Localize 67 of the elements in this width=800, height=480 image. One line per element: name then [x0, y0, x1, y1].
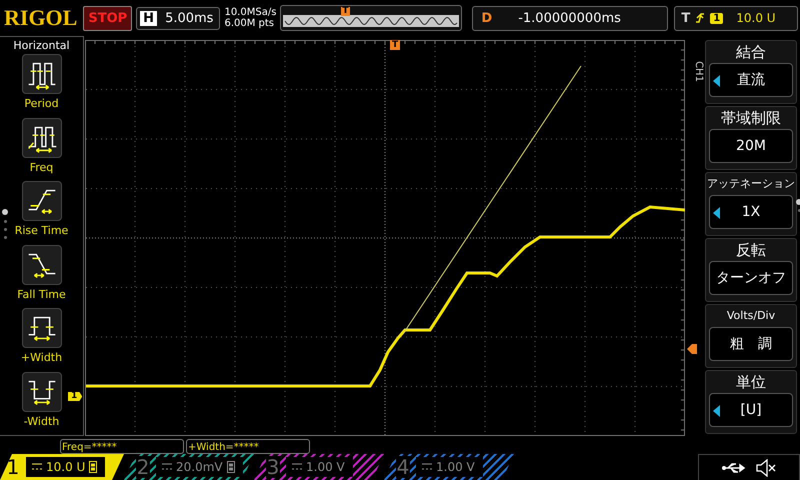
channel-number: 1 [6, 456, 20, 478]
brand-logo: RIGOL [3, 5, 78, 31]
timebase-label: H [140, 10, 158, 26]
trigger-label: T [681, 10, 690, 26]
channel-number: 3 [266, 456, 280, 478]
channel-scale: 1.00 V [436, 460, 475, 474]
menu-value-button[interactable]: ターンオフ [709, 261, 793, 295]
measure-button[interactable] [22, 118, 62, 158]
trigger-panel[interactable]: T 1 10.0 U [674, 6, 798, 30]
rising-edge-icon [695, 11, 706, 25]
menu-item-title: 反転 [736, 240, 766, 261]
measurement-readout: Freq=***** [60, 439, 184, 454]
measure-label: Fall Time [17, 288, 66, 300]
left-arrow-icon [713, 75, 720, 87]
dc-coupling-icon [32, 463, 42, 471]
channel-tab[interactable]: 2 20.0mV [124, 454, 254, 480]
left-arrow-icon [713, 405, 720, 417]
trigger-marker: T [390, 40, 400, 50]
channel-tab[interactable]: 4 1.00 V [384, 454, 514, 480]
menu-value-button[interactable]: 粗 調 [709, 327, 793, 361]
measure-label: +Width [20, 351, 62, 364]
menu-title: Horizontal [13, 38, 70, 54]
menu-item-title: 単位 [736, 372, 766, 393]
measure-label: -Width [24, 414, 60, 428]
menu-value-button[interactable]: 20M [709, 129, 793, 163]
measure-label: Freq [30, 160, 54, 174]
channel-number: 2 [136, 456, 150, 478]
channel-label: CH1 [692, 61, 704, 82]
left-arrow-icon [713, 207, 720, 219]
menu-item-title: Volts/Div [726, 308, 776, 324]
channel-scale: 20.0mV [176, 460, 223, 474]
menu-item-title: 帯域制限 [721, 108, 781, 129]
memory-depth: 6.00M pts [224, 18, 276, 29]
channel-number: 4 [396, 456, 410, 478]
channel-tab[interactable]: 3 1.00 V [254, 454, 384, 480]
delay-label: D [481, 10, 492, 26]
menu-value-button[interactable]: [U] [709, 393, 793, 427]
channel-scale: 10.0 U [46, 460, 86, 474]
channel-tab[interactable]: 1 10.0 U [0, 454, 124, 480]
dc-coupling-icon [162, 463, 172, 471]
delay-value: -1.00000000ms [518, 10, 621, 26]
channel-scale: 1.00 V [306, 460, 345, 474]
trigger-source: 1 [710, 12, 724, 24]
mute-icon [756, 458, 776, 476]
trigger-position-marker: T [341, 7, 350, 16]
timebase-panel[interactable]: H 5.00ms [136, 6, 220, 30]
trigger-level-marker-icon [687, 344, 697, 354]
run-state-button[interactable]: STOP [83, 6, 132, 30]
sample-rate: 10.0MSa/s [224, 7, 276, 18]
menu-value-button[interactable]: 直流 [709, 63, 793, 97]
dc-coupling-icon [422, 463, 432, 471]
dc-coupling-icon [292, 463, 302, 471]
timebase-value: 5.00ms [165, 10, 214, 26]
menu-value-button[interactable]: 1X [709, 195, 793, 229]
measurement-readout: +Width=***** [186, 439, 310, 454]
usb-icon [722, 462, 748, 474]
measure-button[interactable] [22, 181, 62, 221]
measure-button[interactable] [22, 372, 62, 412]
delay-panel[interactable]: D -1.00000000ms [472, 6, 668, 30]
measure-label: Period [24, 97, 59, 110]
menu-item-title: アッテネーション [707, 176, 795, 192]
menu-item-title: 結合 [736, 42, 766, 63]
measure-button[interactable] [22, 244, 62, 284]
trigger-level: 10.0 U [736, 11, 776, 25]
measure-button[interactable] [22, 54, 62, 94]
measure-button[interactable] [22, 308, 62, 348]
measure-label: Rise Time [14, 224, 68, 237]
